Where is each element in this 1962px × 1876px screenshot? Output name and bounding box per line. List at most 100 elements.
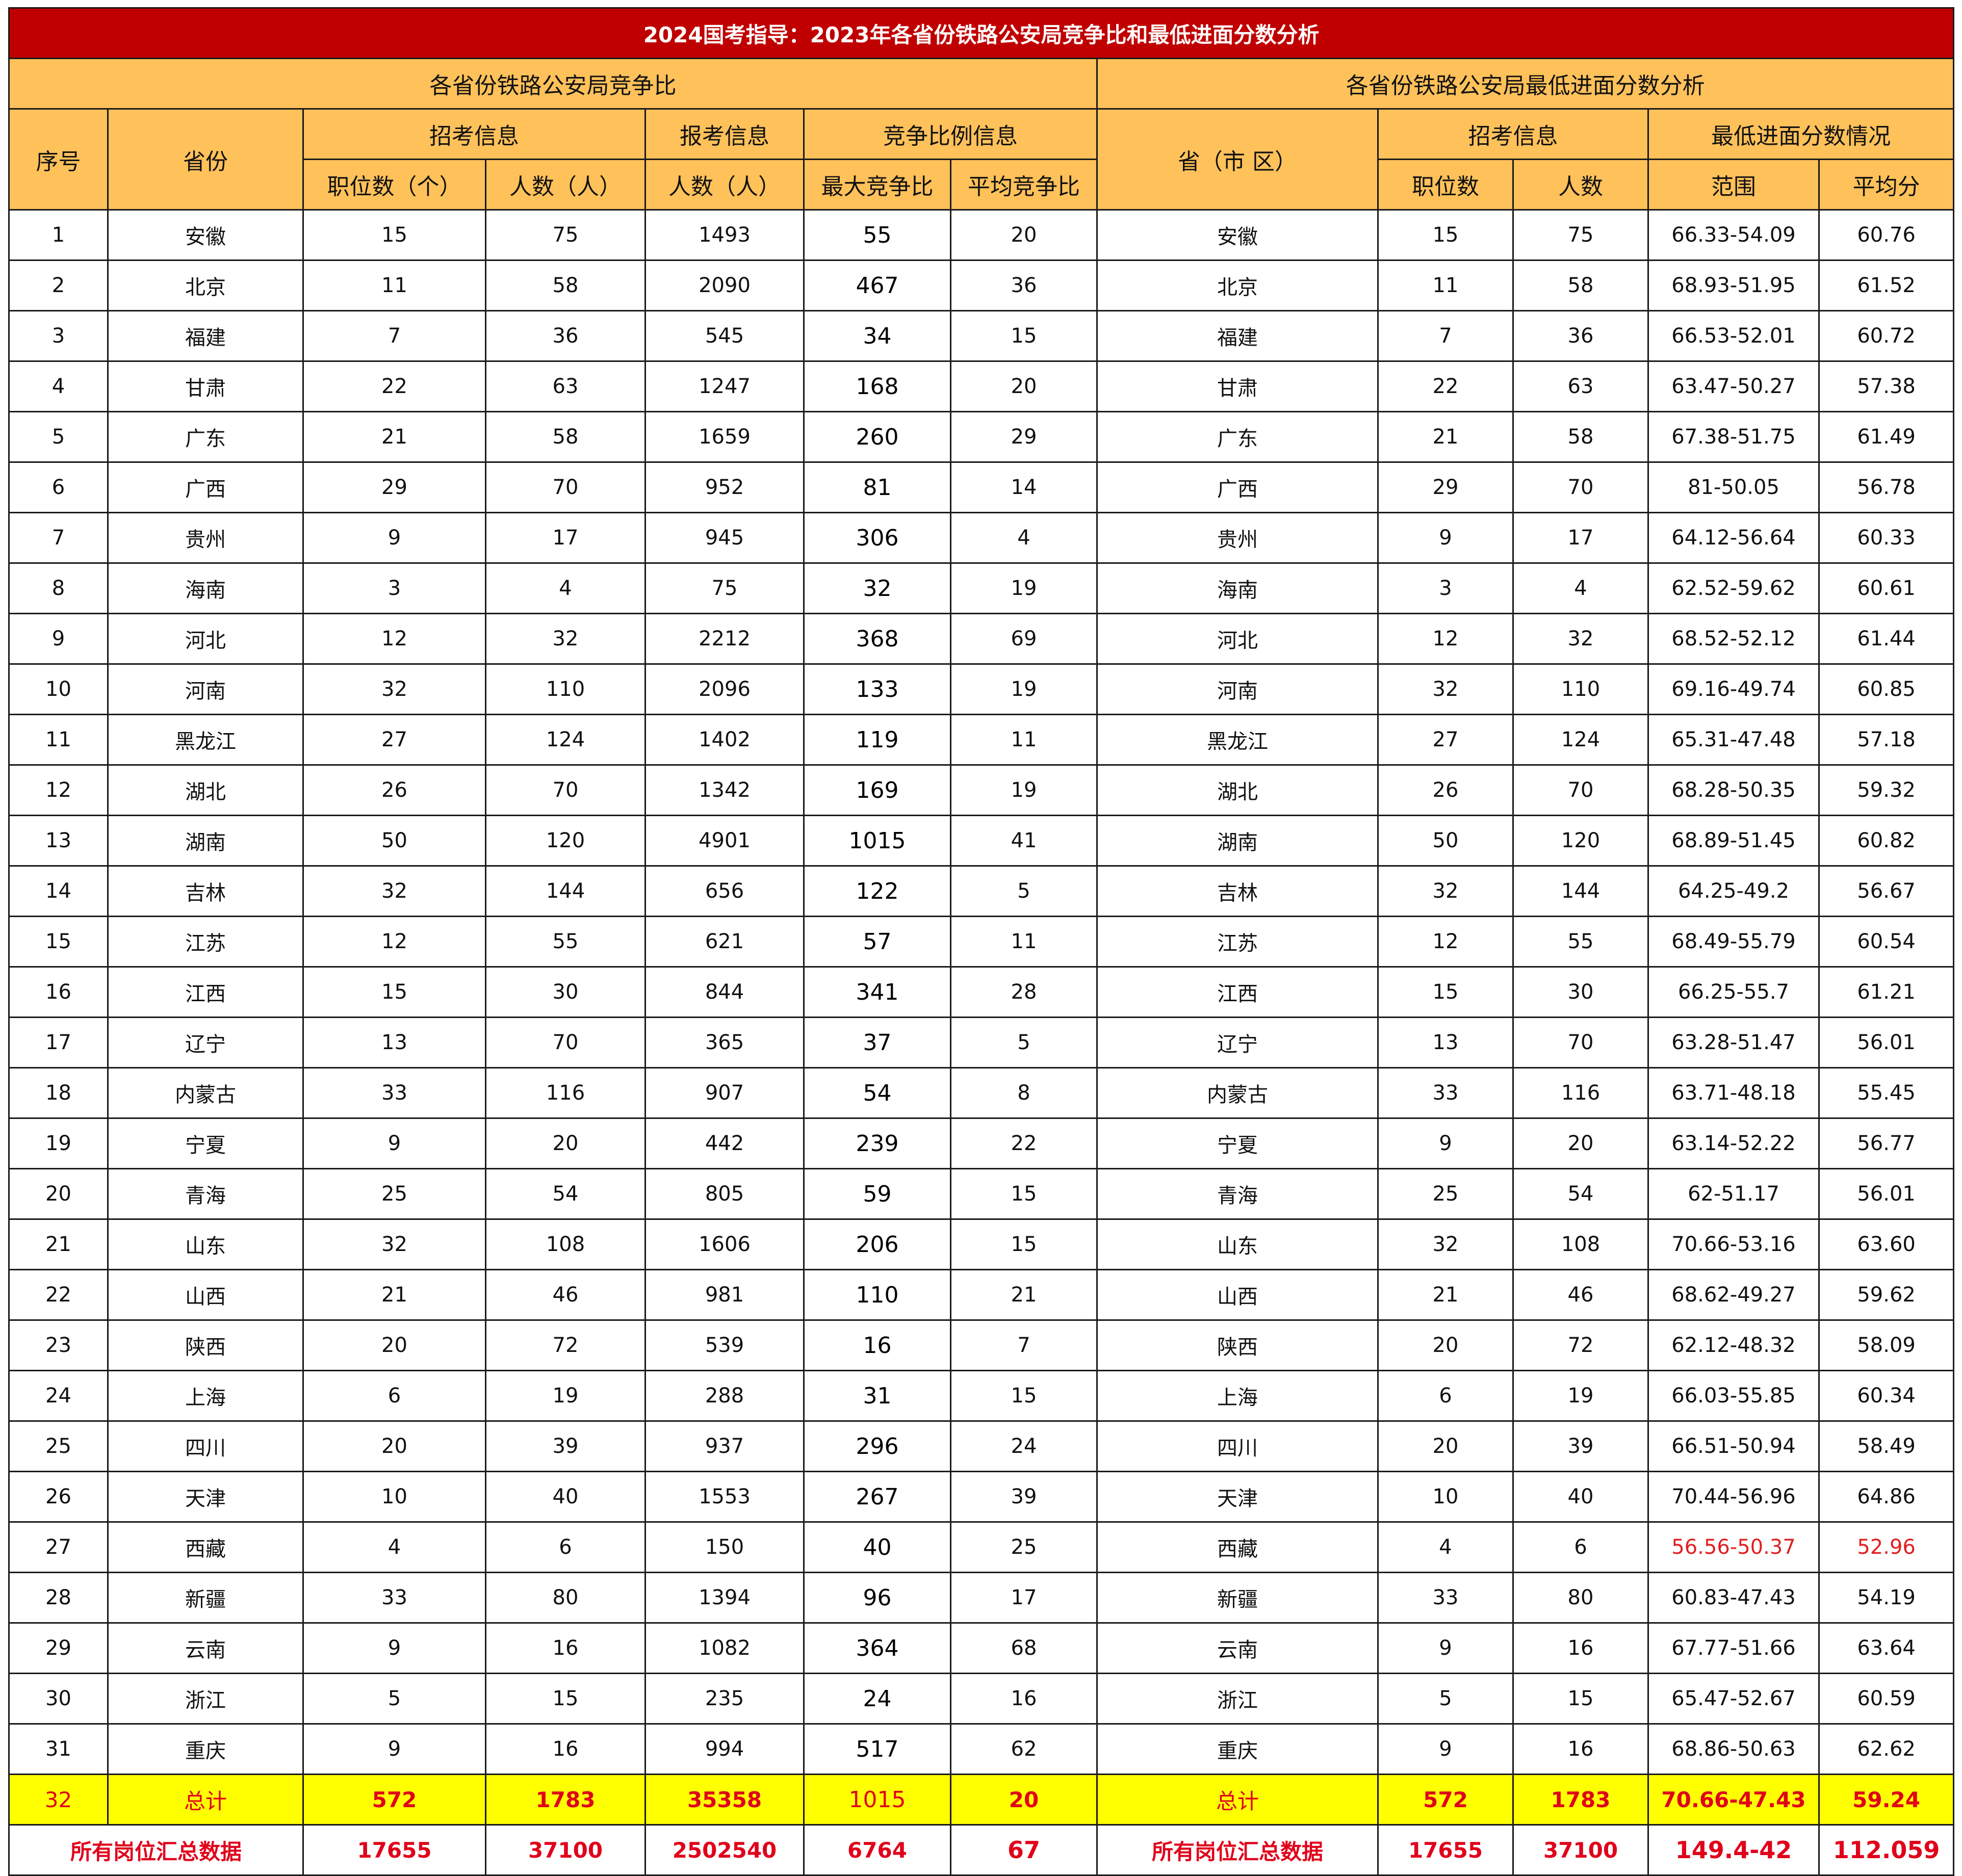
cell-province-right: 江西 [1096, 966, 1379, 1018]
cell-people: 19 [485, 1370, 646, 1422]
cell-avg-score: 58.49 [1818, 1420, 1955, 1472]
cell-positions-right: 33 [1377, 1067, 1514, 1119]
cell-seq: 18 [8, 1067, 109, 1119]
cell-avg-score: 60.72 [1818, 310, 1955, 362]
cell-positions: 12 [302, 916, 486, 968]
cell-province: 湖南 [107, 815, 304, 867]
cell-province-right: 北京 [1096, 259, 1379, 311]
cell-avg-ratio: 21 [950, 1269, 1098, 1321]
cell-people: 36 [485, 310, 646, 362]
cell-applicants: 365 [644, 1017, 805, 1069]
cell-avg-ratio: 19 [950, 764, 1098, 816]
cell-avg-score: 56.78 [1818, 461, 1955, 513]
table-row: 22 山西 21 46 981 110 21 山西 21 46 68.62-49.27 59.62 [8, 1269, 1955, 1321]
cell-score-range: 67.38-51.75 [1647, 411, 1820, 463]
cell-people-right: 4 [1512, 562, 1649, 614]
cell-province: 福建 [107, 310, 304, 362]
cell-positions-right: 21 [1377, 411, 1514, 463]
col-header-max-ratio: 最大竞争比 [803, 159, 951, 211]
cell-seq: 7 [8, 512, 109, 564]
cell-score-range: 64.12-56.64 [1647, 512, 1820, 564]
cell-positions-right: 22 [1377, 360, 1514, 412]
cell-seq: 27 [8, 1521, 109, 1573]
cell-province: 浙江 [107, 1673, 304, 1725]
col-header-range: 范围 [1647, 159, 1820, 211]
cell-province-right: 西藏 [1096, 1521, 1379, 1573]
cell-max-ratio: 306 [803, 512, 951, 564]
cell-avg-ratio: 20 [950, 209, 1098, 261]
table-row: 12 湖北 26 70 1342 169 19 湖北 26 70 68.28-50.35 59.32 [8, 764, 1955, 816]
cell-province: 天津 [107, 1471, 304, 1523]
col-header-applicants: 人数（人） [644, 159, 805, 211]
cell-score-range: 68.28-50.35 [1647, 764, 1820, 816]
cell-province: 重庆 [107, 1723, 304, 1775]
cell-applicants: 1402 [644, 714, 805, 766]
cell-max-ratio: 59 [803, 1168, 951, 1220]
cell-avg-ratio: 11 [950, 714, 1098, 766]
cell-avg-score: 60.85 [1818, 663, 1955, 715]
col-header-province: 省份 [107, 108, 304, 211]
cell-applicants: 2212 [644, 613, 805, 665]
all-positions-right: 17655 [1377, 1824, 1514, 1876]
table-row: 3 福建 7 36 545 34 15 福建 7 36 66.53-52.01 60.72 [8, 310, 1955, 362]
cell-people-right: 58 [1512, 259, 1649, 311]
cell-positions: 22 [302, 360, 486, 412]
cell-people-right: 55 [1512, 916, 1649, 968]
cell-people-right: 46 [1512, 1269, 1649, 1321]
cell-applicants: 945 [644, 512, 805, 564]
cell-avg-score: 56.01 [1818, 1017, 1955, 1069]
cell-positions: 20 [302, 1420, 486, 1472]
cell-positions-right: 9 [1377, 512, 1514, 564]
cell-province: 吉林 [107, 865, 304, 917]
cell-positions-right: 3 [1377, 562, 1514, 614]
cell-positions-right: 13 [1377, 1017, 1514, 1069]
cell-province: 江苏 [107, 916, 304, 968]
cell-province-right: 海南 [1096, 562, 1379, 614]
cell-province-right: 内蒙古 [1096, 1067, 1379, 1119]
table-row: 8 海南 3 4 75 32 19 海南 3 4 62.52-59.62 60.61 [8, 562, 1955, 614]
cell-max-ratio: 364 [803, 1622, 951, 1674]
cell-max-ratio: 16 [803, 1319, 951, 1371]
cell-positions-right: 4 [1377, 1521, 1514, 1573]
cell-applicants: 545 [644, 310, 805, 362]
cell-max-ratio: 54 [803, 1067, 951, 1119]
cell-applicants: 1394 [644, 1572, 805, 1624]
cell-province-right: 贵州 [1096, 512, 1379, 564]
cell-positions: 33 [302, 1067, 486, 1119]
cell-applicants: 2090 [644, 259, 805, 311]
table-row: 23 陕西 20 72 539 16 7 陕西 20 72 62.12-48.32 58.09 [8, 1319, 1955, 1371]
cell-people: 46 [485, 1269, 646, 1321]
all-label-left: 所有岗位汇总数据 [8, 1824, 304, 1876]
cell-people: 20 [485, 1117, 646, 1169]
cell-applicants: 1493 [644, 209, 805, 261]
col-header-people: 人数（人） [485, 159, 646, 211]
cell-seq: 23 [8, 1319, 109, 1371]
cell-seq: 28 [8, 1572, 109, 1624]
cell-seq: 3 [8, 310, 109, 362]
cell-people-right: 75 [1512, 209, 1649, 261]
cell-province: 江西 [107, 966, 304, 1018]
total-row: 32 总计 572 1783 35358 1015 20 总计 572 1783… [8, 1774, 1955, 1826]
cell-max-ratio: 206 [803, 1218, 951, 1270]
cell-seq: 13 [8, 815, 109, 867]
cell-positions: 9 [302, 1622, 486, 1674]
cell-max-ratio: 55 [803, 209, 951, 261]
cell-seq: 17 [8, 1017, 109, 1069]
cell-province: 黑龙江 [107, 714, 304, 766]
cell-province-right: 安徽 [1096, 209, 1379, 261]
cell-seq: 15 [8, 916, 109, 968]
cell-people: 17 [485, 512, 646, 564]
cell-province-right: 上海 [1096, 1370, 1379, 1422]
cell-max-ratio: 169 [803, 764, 951, 816]
cell-people: 4 [485, 562, 646, 614]
table-row: 20 青海 25 54 805 59 15 青海 25 54 62-51.17 56.01 [8, 1168, 1955, 1220]
total-people: 1783 [485, 1774, 646, 1826]
cell-applicants: 1247 [644, 360, 805, 412]
cell-avg-score: 57.38 [1818, 360, 1955, 412]
cell-province-right: 山西 [1096, 1269, 1379, 1321]
cell-avg-score: 61.52 [1818, 259, 1955, 311]
cell-applicants: 1606 [644, 1218, 805, 1270]
cell-seq: 10 [8, 663, 109, 715]
cell-avg-ratio: 68 [950, 1622, 1098, 1674]
cell-seq: 24 [8, 1370, 109, 1422]
